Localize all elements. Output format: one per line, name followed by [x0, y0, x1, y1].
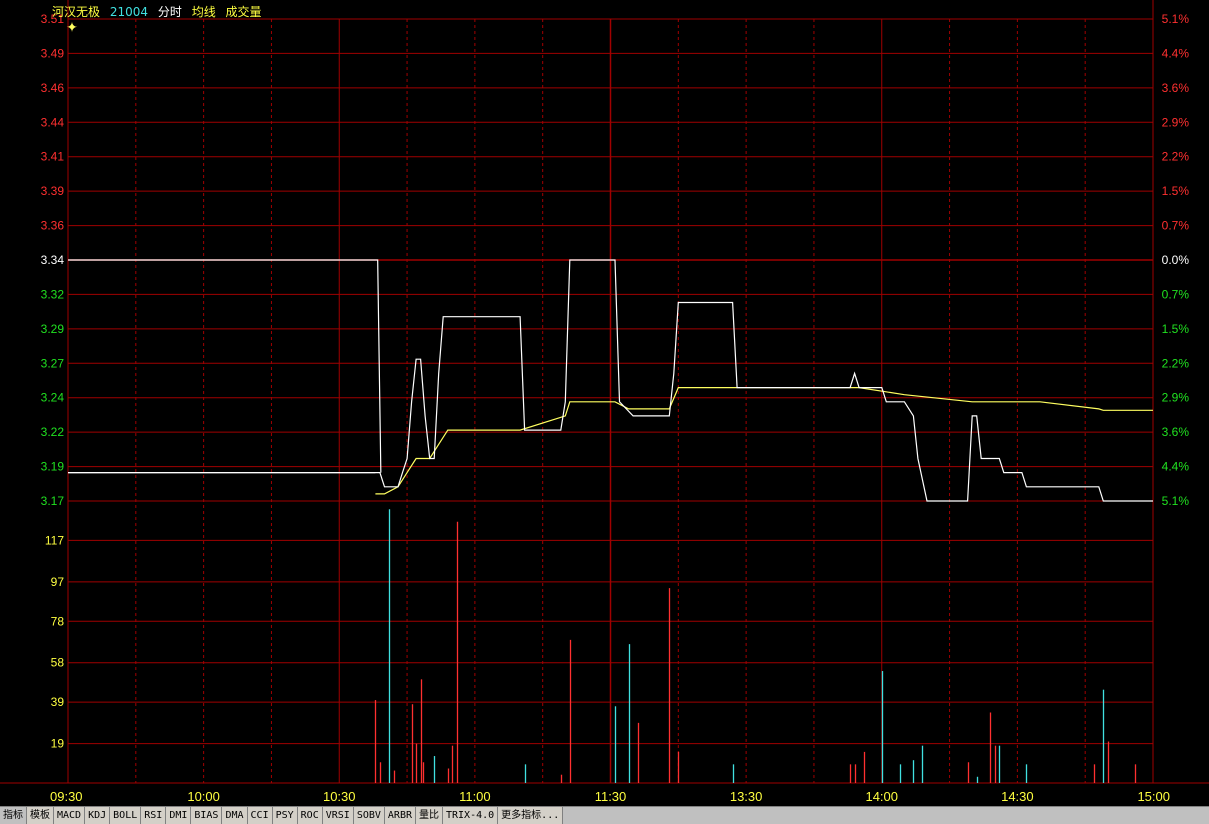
volume-tick-label: 19 [51, 737, 65, 751]
volume-tick-label: 117 [45, 533, 64, 547]
percent-tick-label: 3.6% [1162, 425, 1190, 439]
indicator-tab-3[interactable]: KDJ [85, 807, 111, 824]
price-tick-label: 3.22 [41, 425, 65, 439]
time-tick-label: 11:30 [595, 789, 627, 804]
percent-tick-label: 5.1% [1162, 494, 1190, 508]
volume-tick-label: 97 [51, 575, 65, 589]
percent-tick-label: 0.7% [1162, 287, 1190, 301]
percent-tick-label: 4.4% [1162, 46, 1190, 60]
price-tick-label: 3.36 [41, 219, 65, 233]
volume-tick-label: 78 [51, 614, 65, 628]
cursor-star-icon: ✦ [66, 20, 78, 36]
percent-tick-label: 0.0% [1162, 253, 1190, 267]
time-tick-label: 14:00 [865, 789, 898, 804]
percent-tick-label: 1.5% [1162, 184, 1190, 198]
label-timeshare: 分时 [157, 5, 182, 19]
indicator-tab-6[interactable]: DMI [166, 807, 192, 824]
volume-tick-label: 39 [51, 695, 65, 709]
price-tick-label: 3.32 [41, 287, 65, 301]
time-tick-label: 10:00 [187, 789, 220, 804]
indicator-tab-17[interactable]: 更多指标... [498, 807, 564, 824]
price-tick-label: 3.49 [41, 46, 65, 60]
percent-tick-label: 2.2% [1162, 150, 1190, 164]
indicator-tab-15[interactable]: 量比 [416, 807, 443, 824]
stock-name: 河汉无极 [52, 5, 101, 19]
indicator-tab-5[interactable]: RSI [141, 807, 167, 824]
price-tick-label: 3.34 [41, 253, 65, 267]
label-volume: 成交量 [225, 5, 262, 19]
price-tick-label: 3.41 [41, 150, 65, 164]
percent-tick-label: 3.6% [1162, 81, 1190, 95]
chart-title: 河汉无极 21004 分时 均线 成交量 [52, 3, 268, 20]
percent-tick-label: 0.7% [1162, 219, 1190, 233]
price-tick-label: 3.24 [41, 391, 65, 405]
time-tick-label: 09:30 [50, 789, 83, 804]
volume-tick-label: 58 [51, 656, 65, 670]
time-tick-label: 14:30 [1001, 789, 1034, 804]
price-tick-label: 3.29 [41, 322, 65, 336]
indicator-tab-9[interactable]: CCI [247, 807, 273, 824]
indicator-tab-10[interactable]: PSY [272, 807, 298, 824]
average-price-line [375, 387, 1153, 495]
price-tick-label: 3.27 [41, 356, 65, 370]
stock-code: 21004 [109, 5, 149, 19]
indicator-tab-2[interactable]: MACD [54, 807, 86, 824]
indicator-tab-16[interactable]: TRIX-4.0 [443, 807, 499, 824]
indicator-tab-8[interactable]: DMA [222, 807, 248, 824]
indicator-tab-7[interactable]: BIAS [191, 807, 223, 824]
percent-tick-label: 1.5% [1162, 322, 1190, 336]
label-average: 均线 [191, 5, 216, 19]
indicator-toolbar: 指标 模板 MACD KDJ BOLL RSI DMI BIAS DMA CCI PSY ROC VRS… [0, 806, 1209, 824]
time-tick-label: 10:30 [323, 789, 356, 804]
indicator-tab-4[interactable]: BOLL [110, 807, 142, 824]
percent-tick-label: 4.4% [1162, 460, 1190, 474]
indicator-tab-11[interactable]: ROC [297, 807, 323, 824]
indicator-tab-1[interactable]: 模板 [27, 807, 54, 824]
price-tick-label: 3.17 [41, 494, 65, 508]
percent-tick-label: 2.9% [1162, 115, 1190, 129]
time-tick-label: 15:00 [1137, 789, 1170, 804]
indicator-tab-12[interactable]: VRSI [322, 807, 354, 824]
intraday-chart[interactable]: 3.51 5.1%3.49 4.4%3.46 3.6%3.44 2.9%3.41 2.2%… [0, 0, 1209, 806]
price-tick-label: 3.46 [41, 81, 65, 95]
price-tick-label: 3.19 [41, 460, 65, 474]
percent-tick-label: 2.2% [1162, 356, 1190, 370]
indicator-tab-0[interactable]: 指标 [0, 807, 27, 824]
price-tick-label: 3.39 [41, 184, 65, 198]
price-line-segment [68, 259, 382, 473]
time-tick-label: 11:00 [459, 789, 491, 804]
indicator-tab-14[interactable]: ARBR [384, 807, 416, 824]
price-tick-label: 3.44 [41, 115, 65, 129]
indicator-tab-13[interactable]: SOBV [353, 807, 385, 824]
time-tick-label: 13:30 [730, 789, 763, 804]
percent-tick-label: 2.9% [1162, 391, 1190, 405]
percent-tick-label: 5.1% [1162, 12, 1190, 26]
